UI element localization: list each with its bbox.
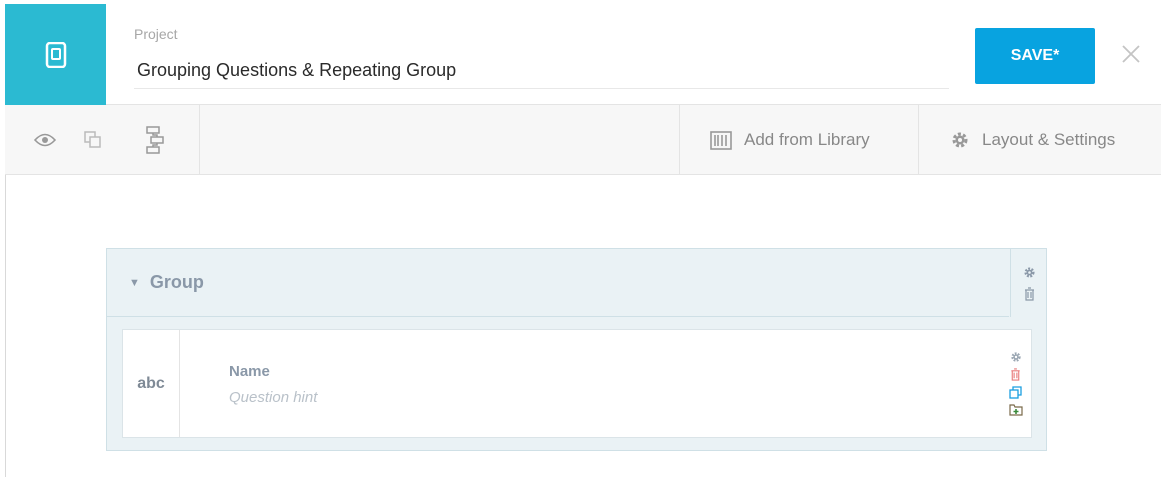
group-delete-trash-icon[interactable] bbox=[1024, 286, 1035, 301]
question-group: ▼ Group abc Name Question hint bbox=[106, 248, 1047, 451]
save-button[interactable]: SAVE* bbox=[975, 28, 1095, 84]
add-from-library-label: Add from Library bbox=[744, 130, 870, 149]
add-from-library-button[interactable]: Add from Library bbox=[710, 105, 870, 175]
toolbar-divider bbox=[199, 105, 200, 175]
add-to-library-icon[interactable] bbox=[1008, 404, 1023, 416]
app-logo-icon bbox=[45, 41, 66, 68]
app-logo[interactable] bbox=[5, 4, 106, 105]
group-title: Group bbox=[149, 272, 204, 292]
toolbar-divider bbox=[918, 105, 919, 175]
group-header[interactable]: ▼ Group bbox=[107, 249, 1009, 317]
toolbar-divider bbox=[679, 105, 680, 175]
layout-settings-button[interactable]: Layout & Settings bbox=[950, 105, 1115, 175]
question-name[interactable]: Name bbox=[229, 363, 270, 380]
form-header: Project SAVE* bbox=[5, 4, 1161, 105]
toolbar: Add from Library Layout & Settings bbox=[5, 105, 1161, 175]
gear-icon bbox=[952, 132, 968, 148]
project-label: Project bbox=[134, 26, 178, 42]
collapse-caret-icon[interactable]: ▼ bbox=[129, 277, 140, 289]
logic-flow-icon bbox=[146, 126, 164, 154]
question-copy-icon[interactable] bbox=[1009, 386, 1022, 399]
question-delete-trash-icon[interactable] bbox=[1010, 368, 1021, 381]
close-button[interactable] bbox=[1115, 38, 1147, 70]
question-settings-gear-icon[interactable] bbox=[1010, 351, 1022, 363]
duplicate-button[interactable] bbox=[78, 125, 108, 155]
preview-eye-icon bbox=[34, 133, 56, 147]
group-tools bbox=[1010, 249, 1047, 317]
group-settings-gear-icon[interactable] bbox=[1023, 266, 1036, 279]
library-icon bbox=[710, 131, 732, 150]
project-name-input[interactable] bbox=[134, 53, 949, 89]
question-tools bbox=[1000, 330, 1031, 437]
question-type-label: abc bbox=[123, 330, 180, 437]
logic-button[interactable] bbox=[140, 125, 170, 155]
layout-settings-label: Layout & Settings bbox=[982, 130, 1116, 149]
question-card[interactable]: abc Name Question hint bbox=[122, 329, 1032, 438]
duplicate-icon bbox=[84, 131, 101, 148]
close-icon bbox=[1122, 45, 1140, 63]
question-hint[interactable]: Question hint bbox=[229, 389, 317, 406]
preview-button[interactable] bbox=[30, 125, 60, 155]
